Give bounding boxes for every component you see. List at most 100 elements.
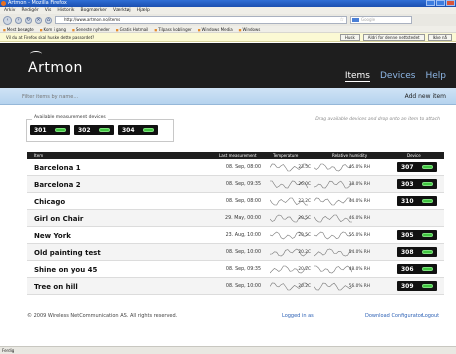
copyright-text: © 2009 Wireless NetCommunication AS. All… bbox=[27, 313, 178, 319]
bookmark-item[interactable]: Windows bbox=[239, 26, 260, 32]
item-name[interactable]: Girl on Chair bbox=[34, 215, 83, 223]
nav-items[interactable]: Items bbox=[344, 71, 370, 82]
menu-arkiv[interactable]: Arkiv bbox=[4, 7, 15, 14]
menu-bar: Arkiv Redigér Vis Historik Bogmærker Vær… bbox=[0, 7, 456, 14]
logged-in-as-link[interactable]: Logged in as bbox=[282, 313, 314, 319]
available-devices-title: Available measurement devices bbox=[32, 115, 108, 120]
device-tag[interactable]: 305 bbox=[397, 230, 437, 240]
device-tag[interactable]: 303 bbox=[397, 179, 437, 189]
device-tag[interactable]: 308 bbox=[397, 247, 437, 257]
device-id: 310 bbox=[401, 197, 414, 205]
forward-button[interactable]: › bbox=[15, 16, 22, 24]
bookmark-item[interactable]: Windows Media bbox=[198, 26, 233, 32]
search-box[interactable]: Google bbox=[350, 16, 412, 24]
header-device[interactable]: Device bbox=[407, 152, 421, 159]
header-humidity[interactable]: Relative humidity bbox=[332, 152, 367, 159]
humidity-value: 44.0% RH bbox=[348, 199, 370, 204]
device-tag[interactable]: 306 bbox=[397, 264, 437, 274]
item-name[interactable]: New York bbox=[34, 232, 71, 240]
url-bar[interactable]: http://www.artmon.no/items ☆ bbox=[55, 16, 347, 24]
menu-vis[interactable]: Vis bbox=[45, 7, 52, 14]
logout-link[interactable]: Logout bbox=[422, 313, 439, 319]
home-icon[interactable]: ⌂ bbox=[45, 16, 52, 24]
status-led-icon bbox=[99, 128, 110, 132]
table-row[interactable]: Shine on you 45 08. Sep, 09:35 20.2C 48.0% … bbox=[27, 261, 444, 278]
back-button[interactable]: ‹ bbox=[3, 15, 12, 25]
humidity-sparkline bbox=[314, 197, 352, 206]
table-row[interactable]: Chicago 08. Sep, 08:00 23.2C 44.0% RH 310 bbox=[27, 193, 444, 210]
temperature-value: 20.5C bbox=[298, 233, 311, 238]
device-tag[interactable]: 310 bbox=[397, 196, 437, 206]
wireless-wave-icon bbox=[30, 51, 42, 57]
stop-icon[interactable]: × bbox=[35, 16, 42, 24]
last-measurement: 08. Sep, 08:00 bbox=[225, 199, 261, 204]
humidity-sparkline bbox=[314, 248, 352, 257]
filter-input[interactable] bbox=[22, 92, 182, 101]
menu-historik[interactable]: Historik bbox=[57, 7, 74, 14]
bookmarks-toolbar: Mest besøgte Kom i gang Seneste nyheder … bbox=[0, 26, 456, 33]
temperature-value: 26.0C bbox=[298, 182, 311, 187]
firefox-icon bbox=[1, 1, 6, 6]
nav-devices[interactable]: Devices bbox=[380, 71, 415, 82]
item-name[interactable]: Barcelona 2 bbox=[34, 181, 81, 189]
menu-bogmaerker[interactable]: Bogmærker bbox=[81, 7, 107, 14]
header-item[interactable]: Item bbox=[34, 152, 43, 159]
bookmark-item[interactable]: Gratis Hotmail bbox=[116, 26, 149, 32]
menu-vaerktoj[interactable]: Værktøj bbox=[113, 7, 131, 14]
table-row[interactable]: Barcelona 2 08. Sep, 09:35 26.0C 38.0% RH 30… bbox=[27, 176, 444, 193]
bookmark-item[interactable]: Seneste nyheder bbox=[72, 26, 110, 32]
search-placeholder: Google bbox=[361, 17, 376, 22]
device-id: 308 bbox=[401, 248, 414, 256]
last-measurement: 08. Sep, 08:00 bbox=[225, 165, 261, 170]
device-tag[interactable]: 307 bbox=[397, 162, 437, 172]
drag-hint: Drag available devices and drop onto an … bbox=[315, 117, 440, 122]
reload-icon[interactable]: ↻ bbox=[25, 16, 32, 24]
device-tag[interactable]: 309 bbox=[397, 281, 437, 291]
table-row[interactable]: Barcelona 1 08. Sep, 08:00 23.5C 45.0% RH 30… bbox=[27, 159, 444, 176]
header-temperature[interactable]: Temperature bbox=[273, 152, 298, 159]
temperature-value: 20.2C bbox=[298, 267, 311, 272]
bookmark-item[interactable]: Tilpass koblinger bbox=[154, 26, 192, 32]
status-led-icon bbox=[422, 267, 433, 271]
window-title: Artmon - Mozilla Firefox bbox=[8, 0, 67, 6]
humidity-sparkline bbox=[314, 180, 352, 189]
close-window-button[interactable] bbox=[446, 0, 455, 6]
last-measurement: 08. Sep, 10:00 bbox=[225, 250, 261, 255]
window-titlebar: Artmon - Mozilla Firefox bbox=[0, 0, 456, 7]
remember-button[interactable]: Husk bbox=[339, 34, 360, 41]
item-name[interactable]: Shine on you 45 bbox=[34, 266, 97, 274]
humidity-sparkline bbox=[314, 265, 352, 274]
item-name[interactable]: Tree on hill bbox=[34, 283, 78, 291]
table-row[interactable]: Old painting test 08. Sep, 10:00 20.2C 54.0… bbox=[27, 244, 444, 261]
device-tag[interactable]: 301 bbox=[30, 125, 70, 135]
humidity-sparkline bbox=[314, 163, 352, 172]
never-button[interactable]: Aldri for denne nettstedet bbox=[362, 34, 425, 41]
table-row[interactable]: Girl on Chair 29. May, 00:00 20.5C 46.0% RH bbox=[27, 210, 444, 227]
not-now-button[interactable]: Ikke nå bbox=[427, 34, 452, 41]
last-measurement: 08. Sep, 09:35 bbox=[225, 182, 261, 187]
bookmark-star-icon[interactable]: ☆ bbox=[340, 17, 344, 23]
menu-hjaelp[interactable]: Hjælp bbox=[137, 7, 150, 14]
device-tag[interactable]: 302 bbox=[74, 125, 114, 135]
status-led-icon bbox=[143, 128, 154, 132]
item-name[interactable]: Old painting test bbox=[34, 249, 101, 257]
device-id: 309 bbox=[401, 282, 414, 290]
menu-rediger[interactable]: Redigér bbox=[21, 7, 38, 14]
add-new-item-link[interactable]: Add new item bbox=[405, 93, 446, 100]
table-row[interactable]: New York 23. Aug, 10:00 20.5C 55.0% RH 305 bbox=[27, 227, 444, 244]
bookmark-item[interactable]: Mest besøgte bbox=[3, 26, 34, 32]
artmon-logo[interactable]: Artmon bbox=[28, 51, 83, 76]
item-name[interactable]: Chicago bbox=[34, 198, 65, 206]
device-tag[interactable]: 304 bbox=[118, 125, 158, 135]
maximize-button[interactable] bbox=[436, 0, 445, 6]
minimize-button[interactable] bbox=[426, 0, 435, 6]
table-row[interactable]: Tree on hill 08. Sep, 10:00 20.2C 56.0% RH 3… bbox=[27, 278, 444, 295]
header-last-measurement[interactable]: Last measurement bbox=[219, 152, 257, 159]
status-led-icon bbox=[55, 128, 66, 132]
bookmark-item[interactable]: Kom i gang bbox=[40, 26, 67, 32]
last-measurement: 29. May, 00:00 bbox=[225, 216, 261, 221]
items-table: Item Last measurement Temperature Relati… bbox=[27, 152, 444, 295]
nav-help[interactable]: Help bbox=[425, 71, 446, 82]
item-name[interactable]: Barcelona 1 bbox=[34, 164, 81, 172]
download-configurator-link[interactable]: Download Configurator bbox=[365, 313, 423, 319]
